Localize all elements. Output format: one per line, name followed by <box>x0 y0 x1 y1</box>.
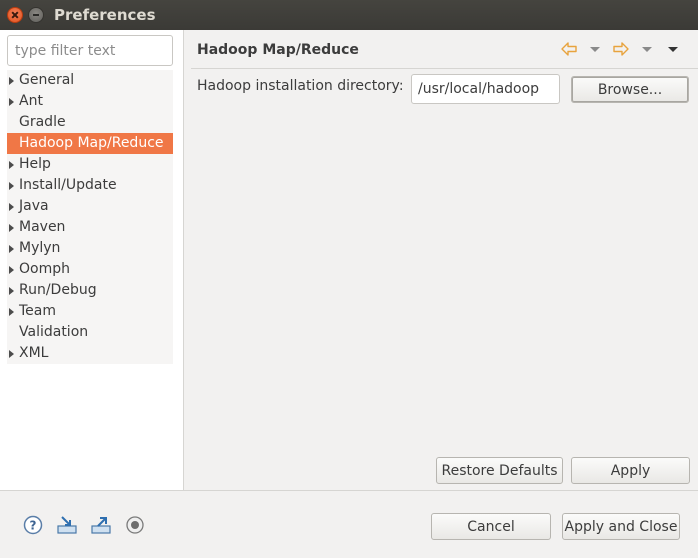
sidebar-item-team[interactable]: Team <box>7 301 173 322</box>
sidebar-item-label: Hadoop Map/Reduce <box>19 135 164 151</box>
sidebar-item-label: Maven <box>19 219 66 235</box>
page-title: Hadoop Map/Reduce <box>197 42 359 58</box>
browse-button[interactable]: Browse... <box>571 76 689 103</box>
window-minimize-button[interactable] <box>28 7 44 23</box>
sidebar-item-label: Mylyn <box>19 240 61 256</box>
expand-arrow-icon[interactable] <box>9 77 14 85</box>
sidebar-item-maven[interactable]: Maven <box>7 217 173 238</box>
sidebar-item-mylyn[interactable]: Mylyn <box>7 238 173 259</box>
expand-arrow-icon[interactable] <box>9 182 14 190</box>
window-close-button[interactable] <box>7 7 23 23</box>
restore-defaults-button[interactable]: Restore Defaults <box>436 457 563 484</box>
page-navigation <box>558 39 684 59</box>
sidebar-item-ant[interactable]: Ant <box>7 91 173 112</box>
sidebar: General Ant Gradle Hadoop Map/Reduce Help Ins… <box>0 30 184 490</box>
expand-arrow-icon[interactable] <box>9 287 14 295</box>
sidebar-item-label: Validation <box>19 324 89 340</box>
import-icon[interactable] <box>56 514 78 536</box>
sidebar-item-xml[interactable]: XML <box>7 343 173 364</box>
expand-arrow-icon[interactable] <box>9 350 14 358</box>
sidebar-item-label: XML <box>19 345 49 361</box>
sidebar-item-hadoop-map-reduce[interactable]: Hadoop Map/Reduce <box>7 133 173 154</box>
sidebar-item-install-update[interactable]: Install/Update <box>7 175 173 196</box>
sidebar-item-label: Team <box>19 303 57 319</box>
expand-arrow-icon[interactable] <box>9 161 14 169</box>
sidebar-item-label: Oomph <box>19 261 70 277</box>
sidebar-item-gradle[interactable]: Gradle <box>7 112 173 133</box>
expand-arrow-icon[interactable] <box>9 203 14 211</box>
expand-arrow-icon[interactable] <box>9 308 14 316</box>
title-bar: Preferences <box>0 0 698 30</box>
hadoop-dir-label: Hadoop installation directory: <box>197 78 404 94</box>
sidebar-item-label: Ant <box>19 93 43 109</box>
window-title: Preferences <box>54 6 156 24</box>
apply-and-close-button[interactable]: Apply and Close <box>562 513 680 540</box>
apply-button[interactable]: Apply <box>571 457 690 484</box>
sidebar-item-run-debug[interactable]: Run/Debug <box>7 280 173 301</box>
expand-arrow-icon[interactable] <box>9 98 14 106</box>
sidebar-item-label: General <box>19 72 75 88</box>
record-icon[interactable] <box>124 514 146 536</box>
sidebar-item-oomph[interactable]: Oomph <box>7 259 173 280</box>
sidebar-item-validation[interactable]: Validation <box>7 322 173 343</box>
sidebar-item-general[interactable]: General <box>7 70 173 91</box>
sidebar-item-help[interactable]: Help <box>7 154 173 175</box>
expand-arrow-icon[interactable] <box>9 266 14 274</box>
help-icon[interactable]: ? <box>22 514 44 536</box>
preference-tree: General Ant Gradle Hadoop Map/Reduce Help Ins… <box>7 70 173 364</box>
cancel-button[interactable]: Cancel <box>431 513 551 540</box>
sidebar-item-java[interactable]: Java <box>7 196 173 217</box>
preference-page: Hadoop Map/Reduce Hadoop installation di… <box>185 30 698 490</box>
svg-text:?: ? <box>30 519 37 533</box>
expand-arrow-icon[interactable] <box>9 245 14 253</box>
forward-arrow-icon[interactable] <box>610 39 632 59</box>
sidebar-item-label: Install/Update <box>19 177 117 193</box>
export-icon[interactable] <box>90 514 112 536</box>
sidebar-item-label: Java <box>19 198 49 214</box>
sidebar-item-label: Run/Debug <box>19 282 97 298</box>
header-separator <box>191 68 698 69</box>
back-arrow-icon[interactable] <box>558 39 580 59</box>
filter-input[interactable] <box>7 35 173 66</box>
view-menu-icon[interactable] <box>662 39 684 59</box>
preferences-window: Preferences General Ant Gradle Hadoop Map/R… <box>0 0 698 558</box>
sidebar-item-label: Help <box>19 156 51 172</box>
expand-arrow-icon[interactable] <box>9 224 14 232</box>
sidebar-item-label: Gradle <box>19 114 66 130</box>
forward-history-dropdown-icon[interactable] <box>636 39 658 59</box>
footer-icons: ? <box>22 514 146 536</box>
footer-divider <box>0 490 698 491</box>
hadoop-dir-input[interactable] <box>411 74 560 104</box>
back-history-dropdown-icon[interactable] <box>584 39 606 59</box>
